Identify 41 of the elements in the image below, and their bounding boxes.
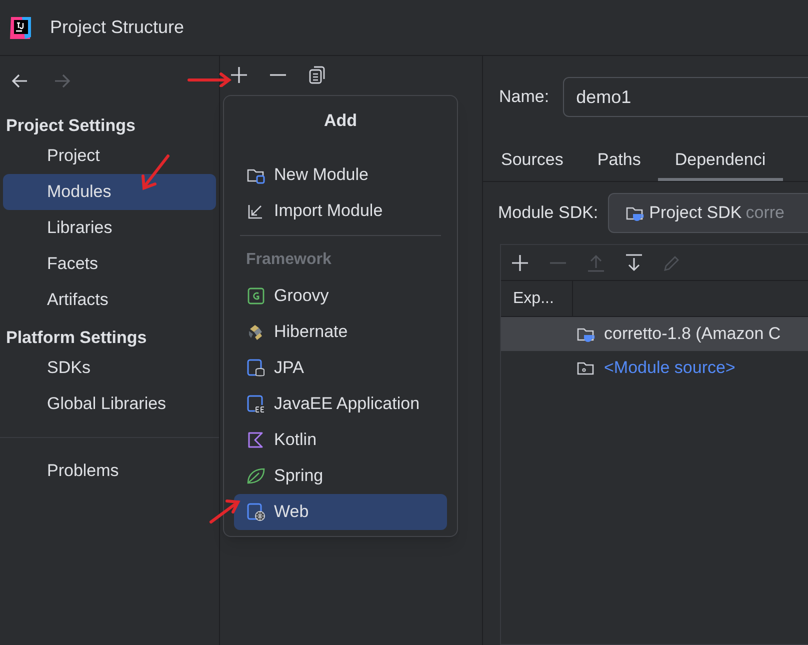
name-field[interactable]: demo1	[563, 77, 808, 117]
letter-g-icon	[246, 286, 266, 306]
sidebar-item[interactable]: Facets	[3, 246, 216, 282]
tab[interactable]: Dependenci	[658, 141, 783, 181]
name-label: Name:	[499, 86, 550, 108]
menu-item[interactable]: Spring	[234, 458, 447, 494]
sidebar-item[interactable]: Project	[3, 138, 216, 174]
menu-item[interactable]: Web	[234, 494, 447, 530]
module-sdk-label: Module SDK:	[498, 202, 598, 224]
sidebar-item[interactable]: Libraries	[3, 210, 216, 246]
add-icon[interactable]	[228, 64, 250, 86]
sdk-dropdown[interactable]: Project SDK corre	[608, 193, 808, 233]
menu-item[interactable]: JPA	[234, 350, 447, 386]
section-heading: Platform Settings	[5, 326, 148, 349]
section-label: Framework	[245, 250, 332, 270]
table-row[interactable]: corretto-1.8 (Amazon C	[501, 317, 808, 351]
menu-item[interactable]: Hibernate	[234, 314, 447, 350]
sidebar-item[interactable]: Modules	[3, 174, 216, 210]
sidebar-item[interactable]: Problems	[3, 453, 216, 489]
popup-title: Add	[322, 110, 358, 132]
menu-item[interactable]: Kotlin	[234, 422, 447, 458]
sidebar-item[interactable]: Global Libraries	[3, 386, 216, 422]
window-title: Project Structure	[50, 16, 184, 39]
globe-icon	[246, 502, 266, 522]
sidebar-item[interactable]: Artifacts	[3, 282, 216, 318]
menu-item[interactable]: JavaEE Application	[234, 386, 447, 422]
menu-item[interactable]: New Module	[234, 157, 447, 193]
section-heading: Project Settings	[5, 114, 136, 137]
annotation-arrow	[186, 71, 234, 87]
menu-item[interactable]: Import Module	[234, 193, 447, 229]
tab[interactable]: Sources	[501, 141, 580, 181]
move-down-icon[interactable]	[623, 252, 645, 274]
module-icon	[246, 394, 266, 414]
table-row[interactable]: <Module source>	[501, 351, 808, 385]
database-icon	[246, 358, 266, 378]
leaf-icon	[246, 466, 266, 486]
menu-item[interactable]: Groovy	[234, 278, 447, 314]
column-header[interactable]: Exp...	[501, 281, 573, 316]
sidebar-item[interactable]: SDKs	[3, 350, 216, 386]
app-logo-icon	[8, 14, 34, 40]
tab[interactable]: Paths	[580, 141, 658, 181]
